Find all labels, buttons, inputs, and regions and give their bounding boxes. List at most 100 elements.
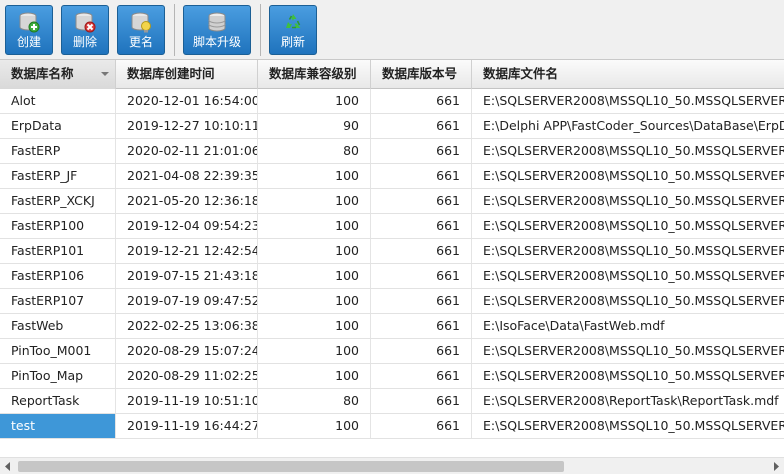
cell-version[interactable]: 661 bbox=[371, 189, 472, 213]
cell-version[interactable]: 661 bbox=[371, 214, 472, 238]
cell-name[interactable]: ReportTask bbox=[0, 389, 116, 413]
cell-name[interactable]: FastERP_JF bbox=[0, 164, 116, 188]
cell-compat-level[interactable]: 100 bbox=[258, 414, 371, 438]
table-row[interactable]: FastERP106 2019-07-15 21:43:18 100 661 E:\SQ… bbox=[0, 264, 784, 289]
column-header-filename[interactable]: 数据库文件名 bbox=[472, 60, 784, 89]
create-button[interactable]: 创建 bbox=[5, 5, 53, 55]
cell-created[interactable]: 2019-12-21 12:42:54 bbox=[116, 239, 258, 263]
cell-version[interactable]: 661 bbox=[371, 289, 472, 313]
table-row[interactable]: FastWeb 2022-02-25 13:06:38 100 661 E:\IsoFa… bbox=[0, 314, 784, 339]
table-row[interactable]: FastERP100 2019-12-04 09:54:23 100 661 E:\SQ… bbox=[0, 214, 784, 239]
cell-compat-level[interactable]: 80 bbox=[258, 389, 371, 413]
cell-name[interactable]: FastWeb bbox=[0, 314, 116, 338]
cell-filename[interactable]: E:\SQLSERVER2008\MSSQL10_50.MSSQLSERVER bbox=[472, 89, 784, 113]
cell-created[interactable]: 2019-11-19 10:51:10 bbox=[116, 389, 258, 413]
cell-compat-level[interactable]: 100 bbox=[258, 364, 371, 388]
cell-filename[interactable]: E:\SQLSERVER2008\MSSQL10_50.MSSQLSERVER bbox=[472, 264, 784, 288]
column-header-name[interactable]: 数据库名称 bbox=[0, 60, 116, 89]
cell-name[interactable]: Alot bbox=[0, 89, 116, 113]
cell-created[interactable]: 2020-02-11 21:01:06 bbox=[116, 139, 258, 163]
cell-version[interactable]: 661 bbox=[371, 339, 472, 363]
scroll-left-icon[interactable] bbox=[0, 458, 17, 475]
cell-created[interactable]: 2019-12-27 10:10:11 bbox=[116, 114, 258, 138]
cell-filename[interactable]: E:\SQLSERVER2008\MSSQL10_50.MSSQLSERVER bbox=[472, 189, 784, 213]
cell-version[interactable]: 661 bbox=[371, 139, 472, 163]
cell-created[interactable]: 2019-12-04 09:54:23 bbox=[116, 214, 258, 238]
cell-name[interactable]: FastERP101 bbox=[0, 239, 116, 263]
scroll-right-icon[interactable] bbox=[767, 458, 784, 475]
cell-name[interactable]: ErpData bbox=[0, 114, 116, 138]
sort-dropdown-icon[interactable] bbox=[99, 67, 111, 81]
refresh-button[interactable]: 刷新 bbox=[269, 5, 317, 55]
cell-version[interactable]: 661 bbox=[371, 164, 472, 188]
cell-created[interactable]: 2022-02-25 13:06:38 bbox=[116, 314, 258, 338]
cell-compat-level[interactable]: 100 bbox=[258, 289, 371, 313]
cell-created[interactable]: 2019-07-19 09:47:52 bbox=[116, 289, 258, 313]
cell-version[interactable]: 661 bbox=[371, 389, 472, 413]
cell-compat-level[interactable]: 100 bbox=[258, 164, 371, 188]
table-row[interactable]: PinToo_M001 2020-08-29 15:07:24 100 661 E:\S… bbox=[0, 339, 784, 364]
cell-version[interactable]: 661 bbox=[371, 114, 472, 138]
table-row[interactable]: FastERP_XCKJ 2021-05-20 12:36:18 100 661 E:\… bbox=[0, 189, 784, 214]
table-row[interactable]: PinToo_Map 2020-08-29 11:02:25 100 661 E:\SQ… bbox=[0, 364, 784, 389]
cell-created[interactable]: 2019-07-15 21:43:18 bbox=[116, 264, 258, 288]
cell-created[interactable]: 2021-05-20 12:36:18 bbox=[116, 189, 258, 213]
cell-version[interactable]: 661 bbox=[371, 239, 472, 263]
cell-compat-level[interactable]: 80 bbox=[258, 139, 371, 163]
cell-name[interactable]: FastERP107 bbox=[0, 289, 116, 313]
cell-compat-level[interactable]: 100 bbox=[258, 314, 371, 338]
cell-version[interactable]: 661 bbox=[371, 364, 472, 388]
column-header-version[interactable]: 数据库版本号 bbox=[371, 60, 472, 89]
cell-created[interactable]: 2019-11-19 16:44:27 bbox=[116, 414, 258, 438]
table-row[interactable]: ErpData 2019-12-27 10:10:11 90 661 E:\Delphi… bbox=[0, 114, 784, 139]
column-header-created[interactable]: 数据库创建时间 bbox=[116, 60, 258, 89]
cell-version[interactable]: 661 bbox=[371, 264, 472, 288]
cell-name[interactable]: PinToo_M001 bbox=[0, 339, 116, 363]
cell-filename[interactable]: E:\SQLSERVER2008\MSSQL10_50.MSSQLSERVER bbox=[472, 139, 784, 163]
cell-compat-level[interactable]: 100 bbox=[258, 189, 371, 213]
horizontal-scrollbar[interactable] bbox=[0, 457, 784, 474]
table-row[interactable]: test 2019-11-19 16:44:27 100 661 E:\SQLSERVE… bbox=[0, 414, 784, 439]
rename-button[interactable]: 更名 bbox=[117, 5, 165, 55]
cell-filename[interactable]: E:\SQLSERVER2008\MSSQL10_50.MSSQLSERVER bbox=[472, 289, 784, 313]
cell-filename[interactable]: E:\Delphi APP\FastCoder_Sources\DataBase… bbox=[472, 114, 784, 138]
cell-filename[interactable]: E:\SQLSERVER2008\MSSQL10_50.MSSQLSERVER bbox=[472, 164, 784, 188]
cell-created[interactable]: 2020-08-29 11:02:25 bbox=[116, 364, 258, 388]
cell-filename[interactable]: E:\SQLSERVER2008\MSSQL10_50.MSSQLSERVER bbox=[472, 339, 784, 363]
cell-name[interactable]: PinToo_Map bbox=[0, 364, 116, 388]
cell-name[interactable]: FastERP_XCKJ bbox=[0, 189, 116, 213]
cell-created[interactable]: 2020-12-01 16:54:00 bbox=[116, 89, 258, 113]
cell-name[interactable]: FastERP106 bbox=[0, 264, 116, 288]
cell-filename[interactable]: E:\SQLSERVER2008\MSSQL10_50.MSSQLSERVER bbox=[472, 239, 784, 263]
delete-button[interactable]: 删除 bbox=[61, 5, 109, 55]
cell-version[interactable]: 661 bbox=[371, 414, 472, 438]
table-row[interactable]: ReportTask 2019-11-19 10:51:10 80 661 E:\SQL… bbox=[0, 389, 784, 414]
cell-created[interactable]: 2020-08-29 15:07:24 bbox=[116, 339, 258, 363]
cell-filename[interactable]: E:\SQLSERVER2008\MSSQL10_50.MSSQLSERVER bbox=[472, 214, 784, 238]
cell-compat-level[interactable]: 100 bbox=[258, 214, 371, 238]
cell-name[interactable]: FastERP100 bbox=[0, 214, 116, 238]
scrollbar-thumb[interactable] bbox=[18, 461, 564, 472]
script-upgrade-button[interactable]: 脚本升级 bbox=[183, 5, 251, 55]
table-row[interactable]: FastERP 2020-02-11 21:01:06 80 661 E:\SQLSER… bbox=[0, 139, 784, 164]
cell-compat-level[interactable]: 100 bbox=[258, 89, 371, 113]
cell-version[interactable]: 661 bbox=[371, 314, 472, 338]
column-header-compat-level[interactable]: 数据库兼容级别 bbox=[258, 60, 371, 89]
delete-button-label: 删除 bbox=[72, 35, 97, 49]
cell-compat-level[interactable]: 90 bbox=[258, 114, 371, 138]
table-row[interactable]: FastERP107 2019-07-19 09:47:52 100 661 E:\SQ… bbox=[0, 289, 784, 314]
cell-filename[interactable]: E:\SQLSERVER2008\ReportTask\ReportTask.m… bbox=[472, 389, 784, 413]
table-row[interactable]: Alot 2020-12-01 16:54:00 100 661 E:\SQLSERVE… bbox=[0, 89, 784, 114]
cell-compat-level[interactable]: 100 bbox=[258, 339, 371, 363]
cell-name[interactable]: FastERP bbox=[0, 139, 116, 163]
cell-filename[interactable]: E:\SQLSERVER2008\MSSQL10_50.MSSQLSERVER bbox=[472, 414, 784, 438]
cell-filename[interactable]: E:\IsoFace\Data\FastWeb.mdf bbox=[472, 314, 784, 338]
cell-version[interactable]: 661 bbox=[371, 89, 472, 113]
table-row[interactable]: FastERP101 2019-12-21 12:42:54 100 661 E:\SQ… bbox=[0, 239, 784, 264]
cell-name[interactable]: test bbox=[0, 414, 116, 438]
cell-filename[interactable]: E:\SQLSERVER2008\MSSQL10_50.MSSQLSERVER bbox=[472, 364, 784, 388]
table-row[interactable]: FastERP_JF 2021-04-08 22:39:35 100 661 E:\SQ… bbox=[0, 164, 784, 189]
cell-compat-level[interactable]: 100 bbox=[258, 239, 371, 263]
cell-compat-level[interactable]: 100 bbox=[258, 264, 371, 288]
cell-created[interactable]: 2021-04-08 22:39:35 bbox=[116, 164, 258, 188]
